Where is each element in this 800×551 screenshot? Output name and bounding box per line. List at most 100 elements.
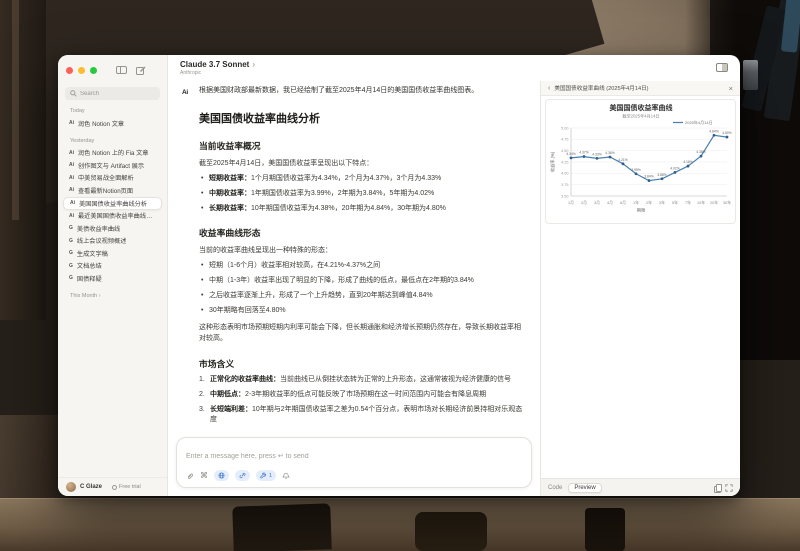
model-selector[interactable]: Claude 3.7 Sonnet › — [180, 60, 728, 69]
main-column: Claude 3.7 Sonnet › Anthropic Ai 根据美国财政部… — [168, 55, 740, 496]
svg-text:3.84%: 3.84% — [644, 175, 654, 179]
user-name: C Glaze — [80, 484, 102, 490]
svg-text:4月: 4月 — [607, 200, 613, 205]
sidebar-toggle-icon[interactable] — [116, 66, 127, 74]
sidebar-item[interactable]: Ai 润色 Notion 文章 — [63, 117, 162, 130]
sidebar-item[interactable]: G 美债收益率曲线 — [63, 222, 162, 235]
minimize-window-button[interactable] — [78, 67, 85, 74]
claude-chat-icon: Ai — [69, 162, 74, 168]
claude-chat-icon: Ai — [69, 120, 74, 126]
claude-logo-icon: Ai — [182, 89, 188, 96]
attach-icon[interactable] — [186, 472, 194, 480]
svg-text:3.75: 3.75 — [561, 183, 568, 187]
plan-icon — [112, 485, 117, 490]
svg-text:4.37%: 4.37% — [579, 151, 589, 155]
sidebar-item-active[interactable]: Ai 美国国债收益率曲线分析 — [63, 197, 162, 210]
connectors-toggle[interactable] — [235, 470, 250, 481]
yield-curve-chart: 美国国债收益率曲线截至2025年4月14日2025年4月14日3.503.754… — [545, 99, 736, 224]
bullet-list: 短期（1-6个月）收益率相对较高，在4.21%-4.37%之间 中期（1-3年）… — [199, 261, 526, 315]
svg-text:4.33%: 4.33% — [592, 152, 602, 156]
sidebar-item[interactable]: G 文档总结 — [63, 260, 162, 273]
svg-text:30年: 30年 — [723, 200, 731, 205]
artifact-header: ‹ 美国国债收益率曲线 (2025年4月14日) × — [541, 81, 740, 96]
copy-artifact-icon[interactable] — [714, 484, 720, 491]
numbered-list: 正常化的收益率曲线：当前曲线已从倒挂状态转为正常的上升形态，这通常被视为经济健康… — [199, 375, 526, 424]
svg-text:4.36%: 4.36% — [605, 151, 615, 155]
sidebar-item[interactable]: Ai 查看最新Notion页面 — [63, 184, 162, 197]
svg-text:3月: 3月 — [594, 200, 600, 205]
svg-text:1年: 1年 — [633, 200, 639, 205]
sidebar-item[interactable]: Ai 润色 Notion 上的 Fia 文章 — [63, 147, 162, 160]
svg-text:5.00: 5.00 — [561, 126, 568, 130]
shortcuts-icon[interactable]: ⌘ — [200, 472, 208, 480]
artifact-footer: Code Preview — [541, 478, 740, 496]
artifact-preview[interactable]: 美国国债收益率曲线截至2025年4月14日2025年4月14日3.503.754… — [541, 96, 740, 478]
svg-text:3.99%: 3.99% — [631, 168, 641, 172]
bullet-item: 之后收益率逐渐上升，形成了一个上升趋势，直到20年期达到峰值4.84% — [199, 291, 526, 301]
message-composer[interactable]: ⌘ 1 — [176, 437, 532, 488]
expand-icon[interactable] — [725, 484, 733, 492]
section-heading: 当前收益率概况 — [199, 139, 526, 152]
sidebar-section-today: Today — [70, 108, 167, 114]
link-icon — [239, 472, 246, 479]
svg-text:期限: 期限 — [637, 207, 646, 214]
tab-code[interactable]: Code — [548, 485, 562, 491]
bullet-list: 短期收益率：1个月期国债收益率为4.34%，2个月为4.37%，3个月为4.33… — [199, 174, 526, 213]
search-input[interactable] — [80, 91, 150, 97]
svg-text:4.02%: 4.02% — [670, 166, 680, 170]
sidebar-item[interactable]: G 生成文字稿 — [63, 247, 162, 260]
chat-header: Claude 3.7 Sonnet › Anthropic — [168, 55, 740, 81]
numbered-item: 长短端利差：10年期与2年期国债收益率之差为0.54个百分点，表明市场对长期经济… — [199, 405, 526, 425]
bullet-item: 短期（1-6个月）收益率相对较高，在4.21%-4.37%之间 — [199, 261, 526, 271]
g-chat-icon: G — [69, 250, 73, 256]
section-closing: 这种形态表明市场预期短期内利率可能会下降，但长期通胀和经济增长预期仍然存在，导致… — [199, 323, 526, 344]
svg-text:4.80%: 4.80% — [722, 131, 732, 135]
section-heading: 收益率曲线形态 — [199, 226, 526, 239]
side-panel-toggle-icon[interactable] — [716, 63, 728, 72]
bullet-item: 30年期略有回落至4.80% — [199, 306, 526, 316]
g-chat-icon: G — [69, 263, 73, 269]
claude-app-window: Today Ai 润色 Notion 文章 Yesterday Ai 润色 No… — [58, 55, 740, 496]
sidebar-item[interactable]: Ai 最近美国国债收益率曲线检... — [63, 210, 162, 223]
svg-text:6月: 6月 — [620, 200, 626, 205]
bullet-item: 中期（1-3年）收益率出现了明显的下降，形成了曲线的低点，最低点在2年期的3.8… — [199, 276, 526, 286]
g-chat-icon: G — [69, 275, 73, 281]
svg-text:2年: 2年 — [646, 200, 652, 205]
svg-text:4.00: 4.00 — [561, 172, 568, 176]
zoom-window-button[interactable] — [90, 67, 97, 74]
sidebar: Today Ai 润色 Notion 文章 Yesterday Ai 润色 No… — [58, 55, 168, 496]
close-icon[interactable]: × — [729, 84, 733, 93]
sidebar-item[interactable]: Ai 中美贸易战全面解析 — [63, 172, 162, 185]
svg-text:3.50: 3.50 — [561, 194, 568, 198]
chat-column: Ai 根据美国财政部最新数据，我已经绘制了截至2025年4月14日的美国国债收益… — [168, 81, 540, 496]
claude-chat-icon: Ai — [69, 175, 74, 181]
sidebar-section-this-month[interactable]: This Month › — [70, 293, 167, 299]
g-chat-icon: G — [69, 238, 73, 244]
account-row[interactable]: C Glaze Free trial — [58, 477, 167, 496]
claude-chat-icon: Ai — [69, 150, 74, 156]
svg-text:4.84%: 4.84% — [709, 129, 719, 133]
bullet-item: 中期收益率：1年期国债收益率为3.99%，2年期为3.84%，5年期为4.02% — [199, 189, 526, 199]
numbered-item: 正常化的收益率曲线：当前曲线已从倒挂状态转为正常的上升形态，这通常被视为经济健康… — [199, 375, 526, 385]
message-input[interactable] — [186, 453, 522, 460]
sidebar-item[interactable]: G 线上会议视频概述 — [63, 235, 162, 248]
web-search-toggle[interactable] — [214, 470, 229, 481]
svg-text:10年: 10年 — [697, 200, 705, 205]
new-chat-icon[interactable] — [136, 66, 146, 75]
background-counter — [0, 498, 800, 551]
tab-preview[interactable]: Preview — [568, 483, 601, 493]
sidebar-item[interactable]: G 国债释疑 — [63, 272, 162, 285]
dictation-icon[interactable] — [282, 472, 290, 480]
svg-text:收益率 (%): 收益率 (%) — [549, 151, 556, 172]
chevron-left-icon[interactable]: ‹ — [548, 85, 550, 92]
numbered-item: 中期低点：2-3年期收益率的低点可能反映了市场预期在这一时间范围内可能会有降息周… — [199, 390, 526, 400]
search-box[interactable] — [65, 87, 160, 100]
sidebar-item[interactable]: Ai 创作图文与 Artifact 展示 — [63, 159, 162, 172]
desktop-background: Today Ai 润色 Notion 文章 Yesterday Ai 润色 No… — [0, 0, 800, 551]
svg-text:7年: 7年 — [685, 200, 691, 205]
bullet-item: 长期收益率：10年期国债收益率为4.38%，20年期为4.84%，30年期为4.… — [199, 204, 526, 214]
close-window-button[interactable] — [66, 67, 73, 74]
bullet-item: 短期收益率：1个月期国债收益率为4.34%，2个月为4.37%，3个月为4.33… — [199, 174, 526, 184]
chat-scroll-area[interactable]: Ai 根据美国财政部最新数据，我已经绘制了截至2025年4月14日的美国国债收益… — [168, 81, 540, 431]
tools-toggle[interactable]: 1 — [256, 470, 276, 481]
